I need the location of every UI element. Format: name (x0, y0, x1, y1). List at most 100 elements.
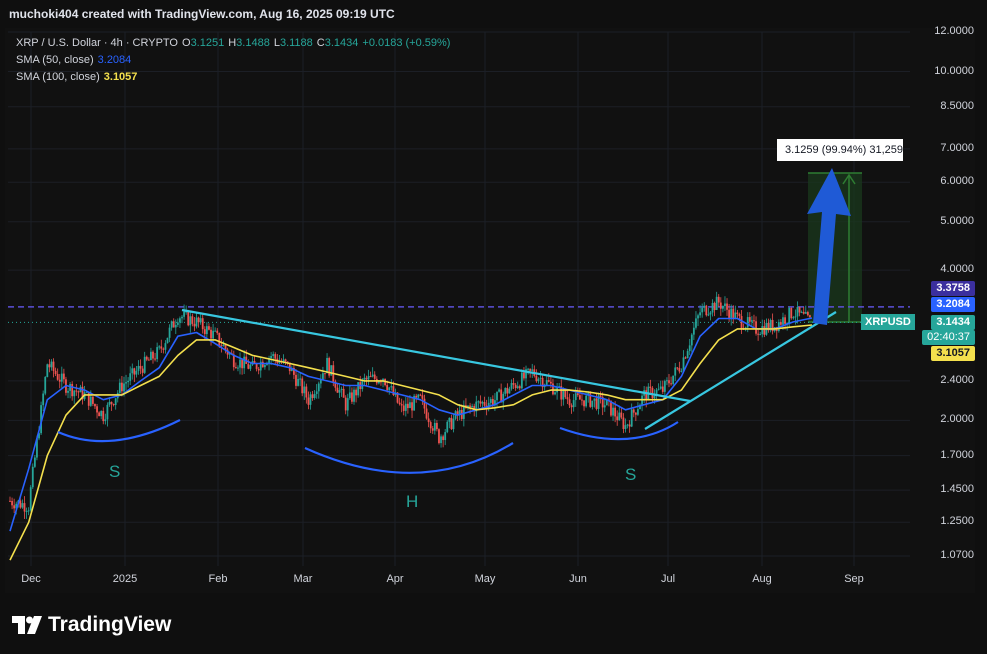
candle (707, 307, 710, 317)
candle (195, 312, 198, 329)
legend-ohlc-row[interactable]: XRP / U.S. Dollar · 4h · CRYPTO O3.1251 … (16, 35, 450, 52)
candle (411, 397, 413, 418)
price-tick-label: 1.4500 (940, 483, 974, 496)
candle-body (425, 408, 428, 419)
candle (129, 366, 132, 386)
candle (328, 356, 331, 378)
candle-body (210, 329, 212, 339)
candle-body (695, 318, 697, 328)
candle-body (317, 383, 320, 392)
candle-body (448, 417, 451, 422)
candle-body (220, 345, 223, 347)
candle (518, 384, 521, 391)
candle (330, 365, 333, 376)
legend-sma100-row[interactable]: SMA (100, close) 3.1057 (16, 69, 450, 86)
candle (309, 391, 312, 410)
candle (243, 350, 246, 374)
candle (346, 393, 349, 417)
head-arc[interactable] (304, 442, 514, 474)
candle-body (42, 393, 45, 406)
candle-body (496, 391, 498, 401)
tradingview-brand[interactable]: TradingView (12, 612, 171, 638)
candle (672, 375, 675, 386)
left-shoulder-arc[interactable] (57, 419, 181, 443)
sma100-line[interactable] (9, 324, 813, 561)
candle-body (73, 390, 76, 397)
candle (612, 402, 614, 421)
candle (193, 316, 196, 332)
drawings (57, 168, 851, 474)
candle-body (574, 393, 577, 401)
candle (703, 302, 706, 312)
candle (27, 507, 30, 516)
time-tick-label: Mar (293, 573, 313, 585)
candle-body (411, 402, 413, 411)
candle-body (270, 355, 273, 359)
candle-body (170, 321, 173, 328)
candle (506, 383, 509, 398)
high-key: H (228, 37, 237, 49)
candle-body (301, 378, 304, 394)
candle (581, 392, 583, 406)
price-tick-label: 1.0700 (940, 549, 974, 561)
candle-body (261, 361, 264, 368)
candle-body (649, 386, 652, 388)
candle-body (100, 410, 103, 417)
candle-body (346, 398, 349, 411)
candle-body (247, 363, 250, 369)
candle (525, 365, 527, 386)
legend-sma50-row[interactable]: SMA (50, close) 3.2084 (16, 52, 450, 69)
candle-body (670, 383, 672, 385)
neckline[interactable] (181, 308, 691, 403)
candle-body (131, 368, 134, 374)
candle-body (593, 398, 596, 401)
candle (661, 380, 664, 394)
candle (659, 380, 662, 390)
candle-body (599, 395, 602, 397)
candle-body (114, 398, 117, 406)
candle-body (784, 317, 786, 324)
candle-body (676, 367, 679, 369)
candle (711, 299, 714, 317)
low-value: 3.1188 (279, 37, 313, 49)
chart-canvas[interactable] (0, 0, 987, 654)
candle (127, 377, 130, 388)
candle (226, 347, 229, 359)
candle (516, 381, 519, 390)
candle (446, 420, 449, 434)
candle-body (645, 390, 648, 401)
candle-body (218, 332, 221, 346)
candle (637, 402, 639, 416)
candle (31, 463, 34, 490)
candle-body (707, 314, 710, 316)
candle-body (479, 401, 482, 404)
candle-body (400, 404, 403, 406)
candle-body (216, 330, 219, 333)
candle (338, 384, 341, 399)
candle-body (672, 375, 675, 384)
candle (554, 387, 556, 396)
price-tick-label: 6.0000 (940, 175, 974, 188)
candle (626, 423, 629, 429)
candle-body (154, 358, 156, 360)
candle-body (659, 386, 662, 389)
candle-body (595, 398, 598, 409)
candle-body (663, 381, 666, 392)
candle-body (554, 392, 556, 395)
candle (477, 400, 480, 409)
candle (237, 365, 239, 372)
candle-body (386, 385, 389, 391)
candle (137, 360, 140, 375)
candle-body (436, 422, 438, 430)
candle (357, 382, 360, 398)
candle (353, 387, 355, 405)
candle-body (763, 326, 766, 335)
candle (568, 393, 571, 408)
candle-body (680, 370, 683, 372)
candle (94, 403, 96, 409)
candle (313, 390, 316, 400)
candle (278, 354, 281, 365)
candle-body (728, 309, 731, 319)
candle (133, 367, 136, 383)
candle-body (520, 372, 523, 389)
